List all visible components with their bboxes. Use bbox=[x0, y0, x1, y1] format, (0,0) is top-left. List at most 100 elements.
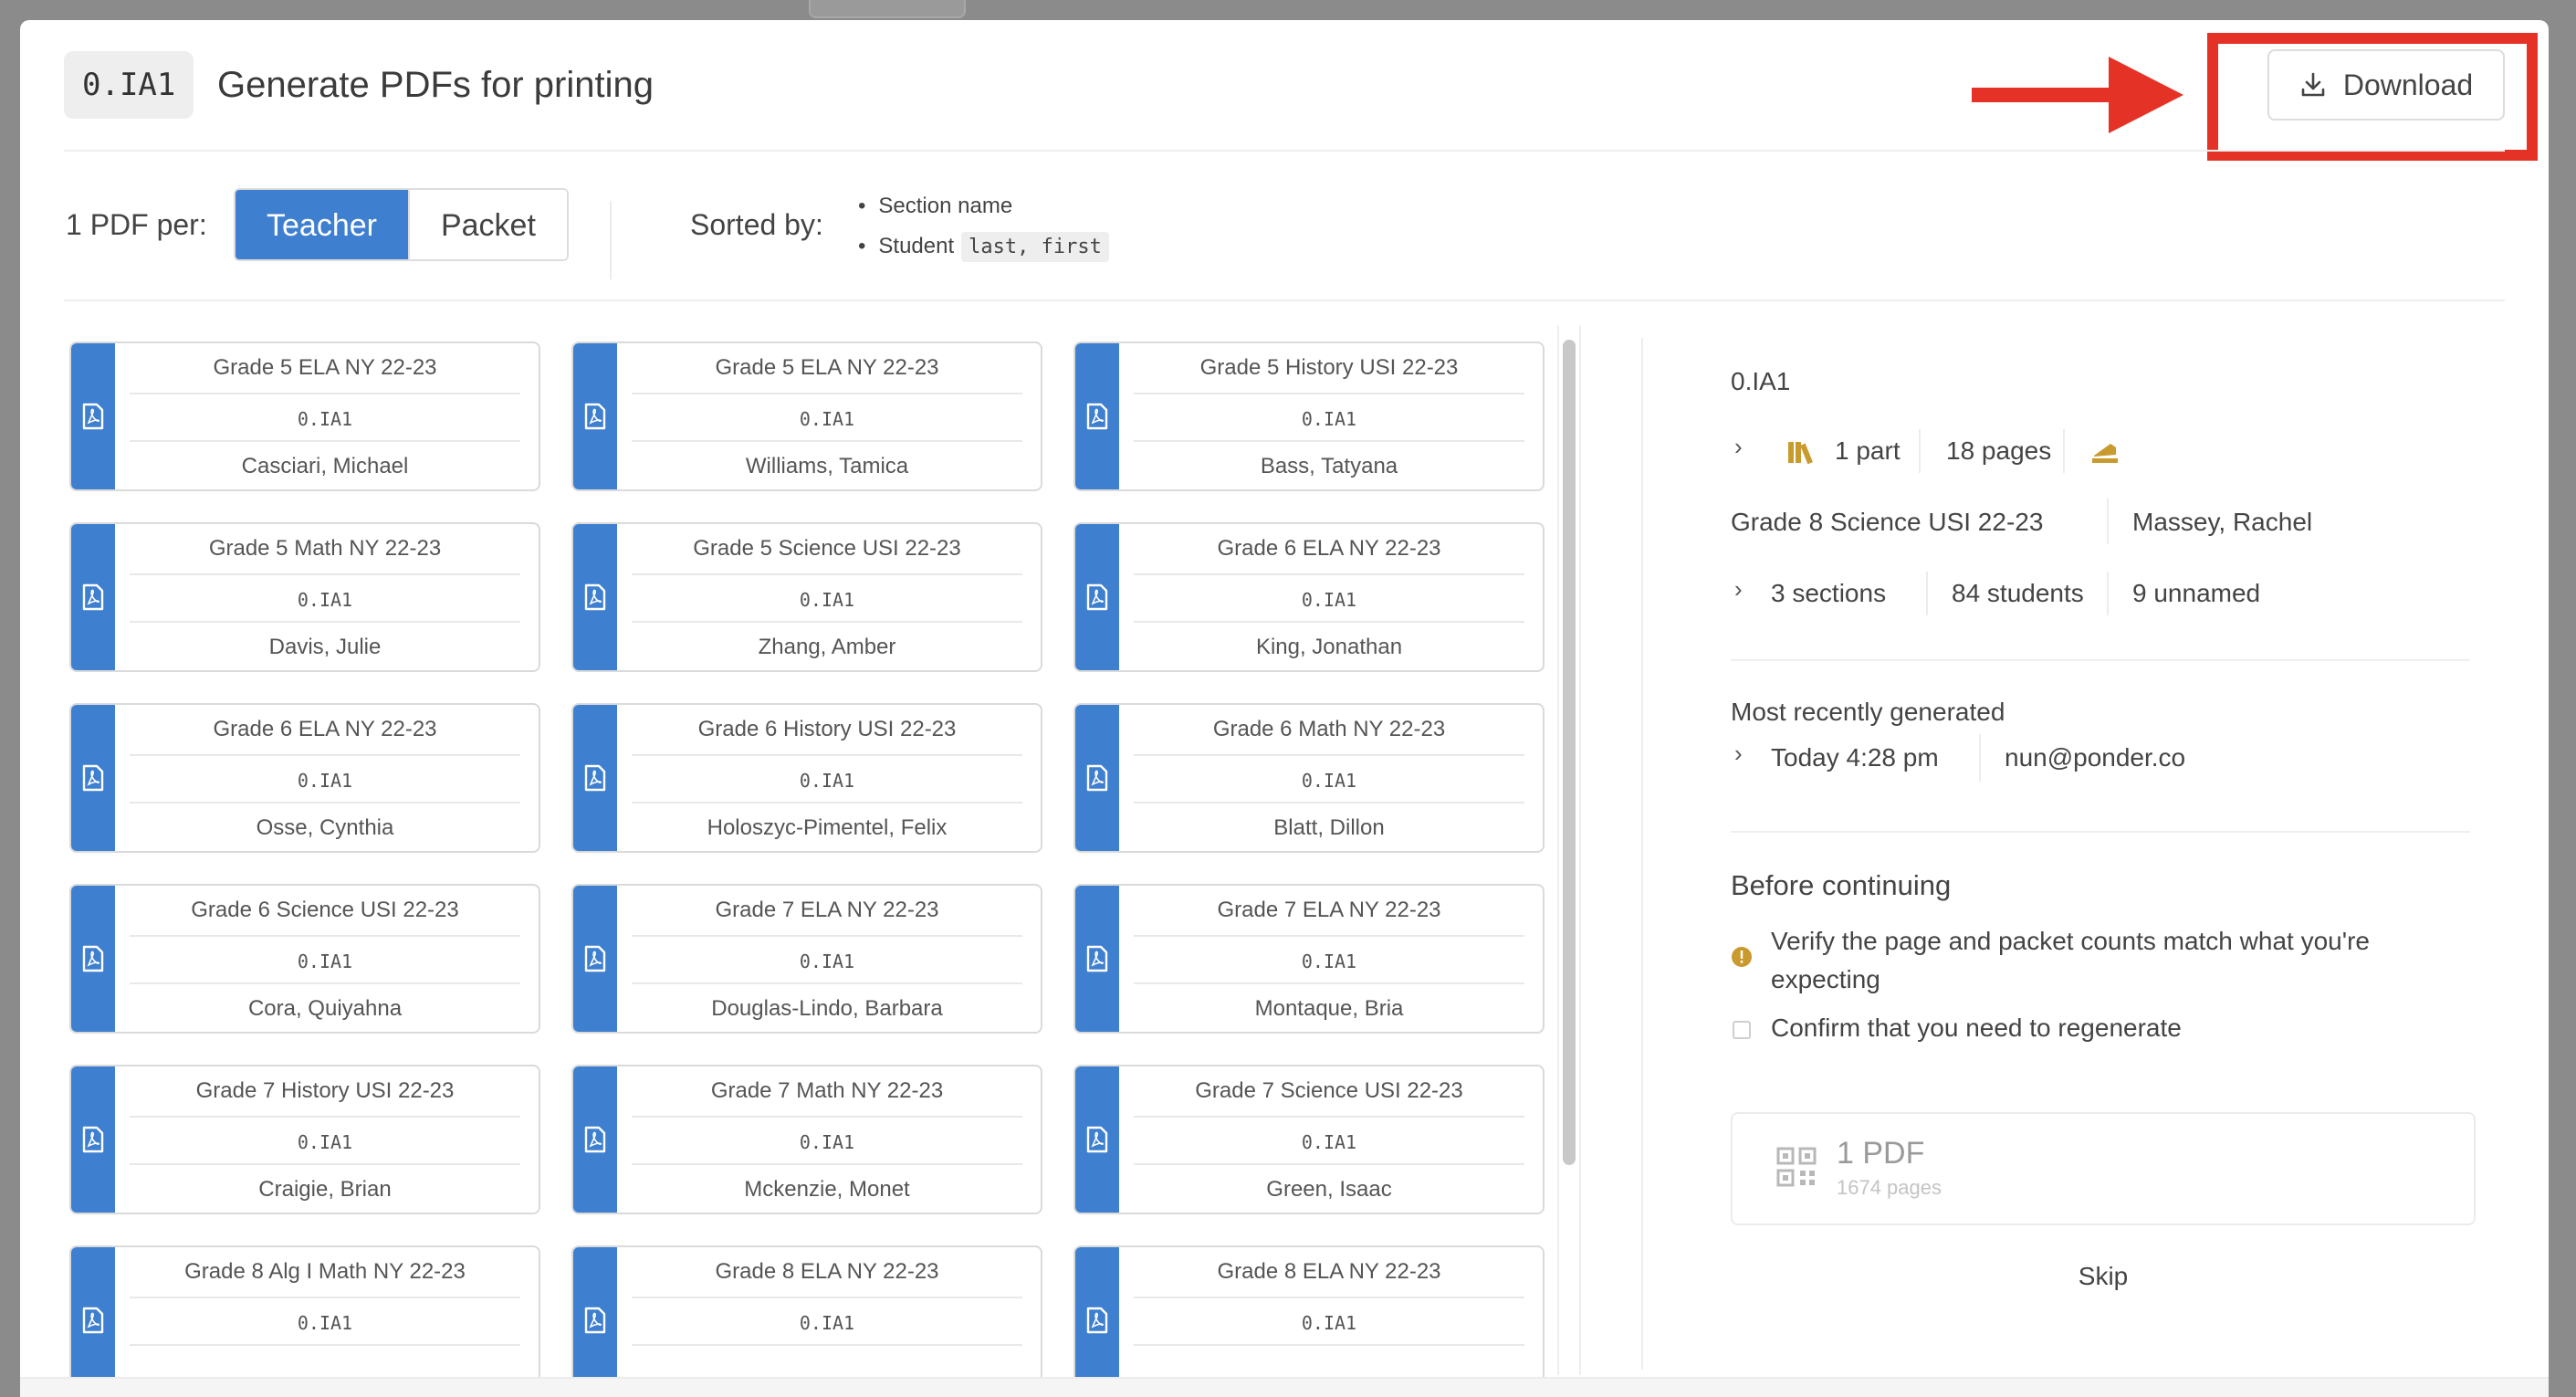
pdf-card[interactable]: Grade 5 History USI 22-23 0.IA1 Bass, Taty… bbox=[1073, 341, 1545, 491]
card-teacher: Casciari, Michael bbox=[241, 454, 409, 478]
card-course: Grade 7 ELA NY 22-23 bbox=[1217, 898, 1441, 922]
card-code: 0.IA1 bbox=[632, 935, 1022, 984]
card-course: Grade 6 ELA NY 22-23 bbox=[1217, 536, 1441, 561]
pdf-card[interactable]: Grade 6 ELA NY 22-23 0.IA1 King, Jonathan bbox=[1073, 522, 1545, 672]
pdf-file-icon bbox=[82, 764, 104, 792]
card-course: Grade 5 Science USI 22-23 bbox=[693, 536, 961, 561]
pdf-card[interactable]: Grade 7 Science USI 22-23 0.IA1 Green, Isa… bbox=[1073, 1065, 1545, 1214]
sort-item: Section name bbox=[858, 186, 1109, 226]
card-code: 0.IA1 bbox=[130, 754, 520, 804]
modal-footer bbox=[20, 1377, 2549, 1397]
panel-divider-line bbox=[1731, 659, 2470, 661]
card-teacher: Craigie, Brian bbox=[258, 1177, 392, 1202]
card-teacher: Green, Isaac bbox=[1266, 1177, 1392, 1202]
pdf-card[interactable]: Grade 7 Math NY 22-23 0.IA1 Mckenzie, Mone… bbox=[571, 1065, 1042, 1214]
pdf-card[interactable]: Grade 5 ELA NY 22-23 0.IA1 Casciari, Micha… bbox=[69, 341, 540, 491]
card-code: 0.IA1 bbox=[632, 1297, 1022, 1346]
pdf-file-icon bbox=[1086, 1307, 1108, 1334]
pdf-per-label: 1 PDF per: bbox=[66, 208, 207, 241]
pdf-card[interactable]: Grade 8 ELA NY 22-23 0.IA1 bbox=[1073, 1245, 1545, 1381]
pdf-card[interactable]: Grade 6 ELA NY 22-23 0.IA1 Osse, Cynthia bbox=[69, 703, 540, 853]
window-top-handle bbox=[809, 0, 966, 18]
skip-button[interactable]: Skip bbox=[1731, 1262, 2476, 1291]
card-code: 0.IA1 bbox=[1134, 1297, 1524, 1346]
pdf-card[interactable]: Grade 6 History USI 22-23 0.IA1 Holoszyc-P… bbox=[571, 703, 1042, 853]
card-teacher: Montaque, Bria bbox=[1254, 996, 1404, 1021]
recent-user: nun@ponder.co bbox=[2005, 743, 2186, 772]
pdf-card[interactable]: Grade 8 Alg I Math NY 22-23 0.IA1 bbox=[69, 1245, 540, 1381]
card-teacher: Davis, Julie bbox=[268, 635, 382, 659]
card-teacher bbox=[1134, 1346, 1524, 1381]
pdf-card[interactable]: Grade 6 Math NY 22-23 0.IA1 Blatt, Dillon bbox=[1073, 703, 1545, 853]
confirm-label[interactable]: Confirm that you need to regenerate bbox=[1771, 1014, 2182, 1043]
annotation-highlight-box bbox=[2207, 33, 2538, 161]
pdf-file-icon bbox=[584, 1307, 606, 1334]
pdf-file-icon bbox=[82, 945, 104, 972]
pdf-card[interactable]: Grade 5 ELA NY 22-23 0.IA1 Williams, Tamic… bbox=[571, 341, 1042, 491]
pdf-card-strip bbox=[71, 886, 115, 1032]
pdf-card-strip bbox=[71, 705, 115, 851]
pdf-card[interactable]: Grade 5 Math NY 22-23 0.IA1 Davis, Julie bbox=[69, 522, 540, 672]
panel-code: 0.IA1 bbox=[1731, 367, 1791, 395]
generate-pdf-button[interactable]: 1 PDF 1674 pages bbox=[1731, 1112, 2476, 1225]
generate-pdfs-modal: 0.IA1 Generate PDFs for printing Downloa… bbox=[20, 20, 2549, 1397]
pdf-file-icon bbox=[82, 583, 104, 611]
pdf-file-icon bbox=[1086, 583, 1108, 611]
card-course: Grade 7 History USI 22-23 bbox=[195, 1078, 455, 1103]
students-count: 84 students bbox=[1952, 579, 2084, 607]
toggle-teacher[interactable]: Teacher bbox=[236, 190, 408, 259]
card-course: Grade 6 Science USI 22-23 bbox=[191, 898, 459, 922]
card-course: Grade 8 ELA NY 22-23 bbox=[715, 1259, 939, 1284]
card-teacher: Holoszyc-Pimentel, Felix bbox=[707, 815, 948, 840]
grid-scrollbar-thumb[interactable] bbox=[1563, 340, 1576, 1165]
card-code: 0.IA1 bbox=[130, 1116, 520, 1165]
pdf-card-strip bbox=[573, 524, 617, 670]
pdf-card-strip bbox=[1075, 705, 1119, 851]
pdf-file-icon bbox=[1086, 764, 1108, 792]
chevron-right-icon[interactable]: › bbox=[1734, 740, 1743, 768]
card-code: 0.IA1 bbox=[1134, 573, 1524, 623]
confirm-checkbox[interactable] bbox=[1733, 1021, 1751, 1039]
pdf-file-icon bbox=[584, 764, 606, 792]
pdf-card[interactable]: Grade 7 ELA NY 22-23 0.IA1 Douglas-Lindo, … bbox=[571, 884, 1042, 1034]
pdf-card[interactable]: Grade 5 Science USI 22-23 0.IA1 Zhang, Amb… bbox=[571, 522, 1042, 672]
pdf-card-strip bbox=[573, 1066, 617, 1213]
toggle-packet[interactable]: Packet bbox=[407, 190, 567, 259]
card-code: 0.IA1 bbox=[1134, 754, 1524, 804]
sorted-by-label: Sorted by: bbox=[690, 208, 823, 241]
card-code: 0.IA1 bbox=[632, 1116, 1022, 1165]
pdf-per-toggle: Teacher Packet bbox=[234, 188, 569, 261]
card-course: Grade 5 Math NY 22-23 bbox=[208, 536, 442, 561]
card-teacher: Osse, Cynthia bbox=[256, 815, 394, 840]
card-teacher: Mckenzie, Monet bbox=[744, 1177, 910, 1202]
pdf-card[interactable]: Grade 8 ELA NY 22-23 0.IA1 bbox=[571, 1245, 1042, 1381]
pdf-file-icon bbox=[584, 583, 606, 611]
panel-divider-line bbox=[1731, 831, 2470, 833]
recent-time: Today 4:28 pm bbox=[1771, 743, 1939, 772]
pdf-card[interactable]: Grade 7 ELA NY 22-23 0.IA1 Montaque, Bria bbox=[1073, 884, 1545, 1034]
pdf-card-strip bbox=[573, 705, 617, 851]
sort-item: Studentlast, first bbox=[858, 226, 1109, 267]
pdf-card[interactable]: Grade 6 Science USI 22-23 0.IA1 Cora, Quiy… bbox=[69, 884, 540, 1034]
chevron-right-icon[interactable]: › bbox=[1734, 575, 1743, 604]
pdf-options-bar: 1 PDF per: Teacher Packet Sorted by: Sec… bbox=[66, 188, 1344, 289]
recent-label: Most recently generated bbox=[1731, 698, 2005, 726]
pdf-card[interactable]: Grade 7 History USI 22-23 0.IA1 Craigie, B… bbox=[69, 1065, 540, 1214]
card-course: Grade 5 History USI 22-23 bbox=[1199, 355, 1459, 380]
verify-text: Verify the page and packet counts match … bbox=[1771, 927, 2370, 993]
stapler-icon[interactable] bbox=[2090, 440, 2120, 464]
before-continuing-heading: Before continuing bbox=[1731, 869, 1952, 901]
card-course: Grade 6 History USI 22-23 bbox=[697, 717, 957, 741]
card-code: 0.IA1 bbox=[1134, 1116, 1524, 1165]
controls-divider bbox=[610, 201, 612, 279]
card-teacher: Cora, Quiyahna bbox=[247, 996, 403, 1021]
card-code: 0.IA1 bbox=[632, 393, 1022, 442]
chevron-right-icon[interactable]: › bbox=[1734, 433, 1743, 461]
card-code: 0.IA1 bbox=[632, 573, 1022, 623]
card-code: 0.IA1 bbox=[1134, 393, 1524, 442]
pdf-count: 1 PDF bbox=[1837, 1136, 1925, 1171]
header-divider bbox=[64, 150, 2505, 152]
separator bbox=[2063, 429, 2065, 473]
card-code: 0.IA1 bbox=[130, 573, 520, 623]
card-code: 0.IA1 bbox=[130, 1297, 520, 1346]
